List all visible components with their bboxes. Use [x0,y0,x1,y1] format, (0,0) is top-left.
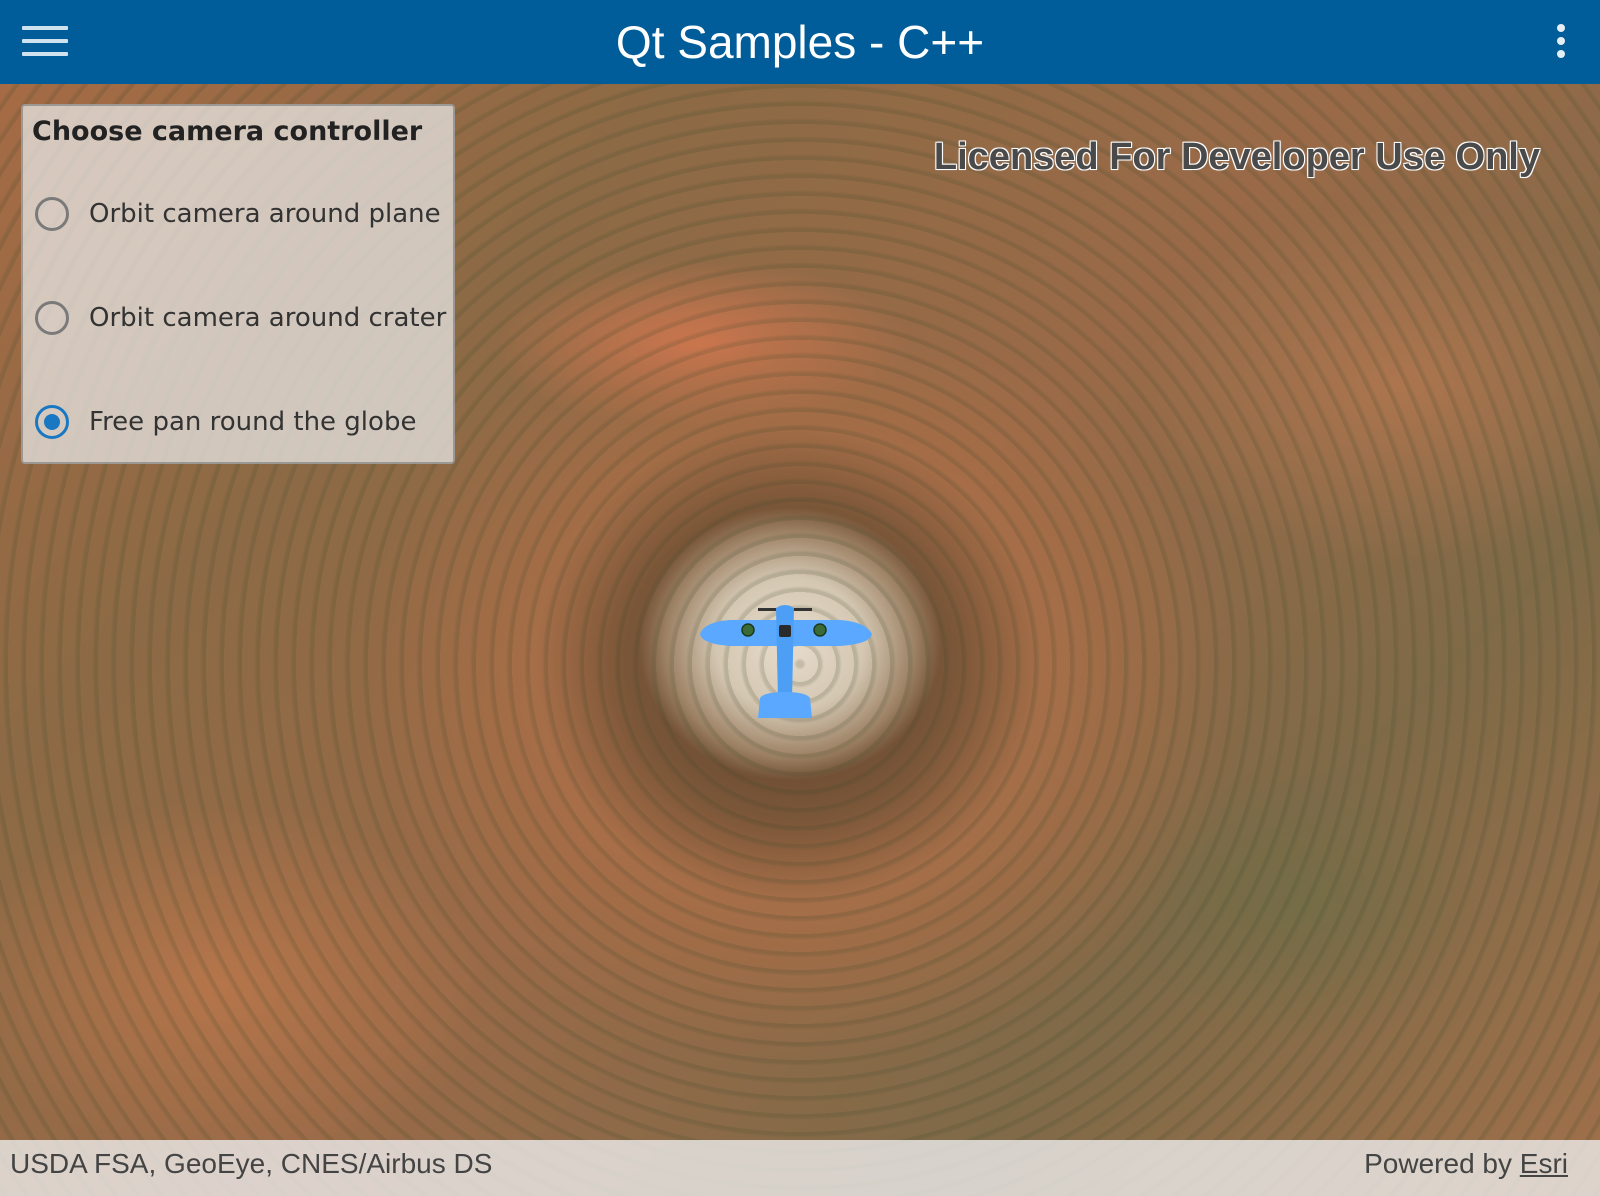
powered-by: Powered by Esri [1364,1148,1568,1180]
app-window: Qt Samples - C++ Licensed For Developer … [0,0,1600,1196]
option-orbit-plane[interactable]: Orbit camera around plane [35,192,441,236]
panel-title: Choose camera controller [32,116,423,147]
radio-button[interactable] [35,197,69,231]
option-label: Free pan round the globe [89,407,417,437]
option-label: Orbit camera around crater [89,303,447,333]
option-label: Orbit camera around plane [89,199,441,229]
app-title: Qt Samples - C++ [615,16,985,68]
option-free-pan[interactable]: Free pan round the globe [35,400,416,444]
more-vertical-icon[interactable] [1554,24,1568,60]
app-header: Qt Samples - C++ [0,0,1600,84]
powered-by-prefix: Powered by [1364,1148,1520,1179]
camera-controller-panel: Choose camera controller Orbit camera ar… [21,104,455,464]
esri-link[interactable]: Esri [1520,1148,1568,1179]
radio-button-selected[interactable] [35,405,69,439]
hamburger-menu-icon[interactable] [22,26,68,58]
attribution-sources: USDA FSA, GeoEye, CNES/Airbus DS [10,1148,493,1179]
attribution-bar: USDA FSA, GeoEye, CNES/Airbus DS Powered… [0,1140,1600,1196]
license-watermark: Licensed For Developer Use Only [933,136,1540,178]
option-orbit-crater[interactable]: Orbit camera around crater [35,296,446,340]
radio-button[interactable] [35,301,69,335]
airplane-graphic[interactable] [690,600,880,730]
